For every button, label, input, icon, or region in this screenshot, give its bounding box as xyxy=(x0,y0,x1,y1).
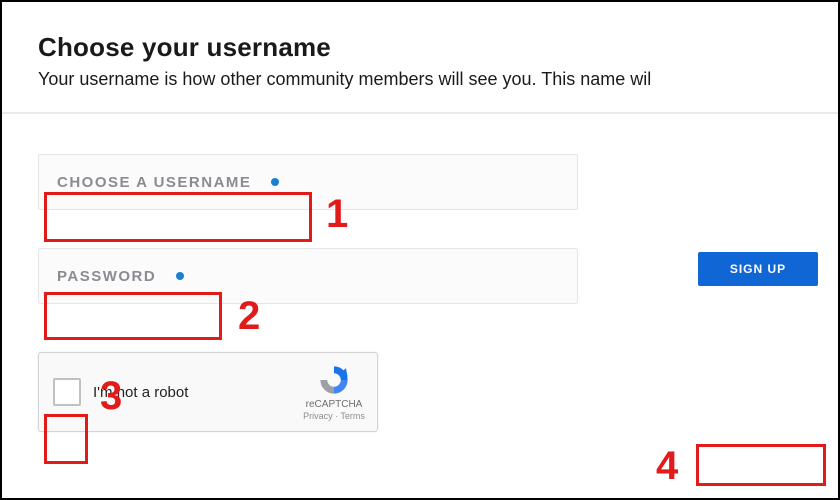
password-input[interactable]: PASSWORD xyxy=(38,248,578,304)
password-label: PASSWORD xyxy=(57,268,156,285)
recaptcha-brand: reCAPTCHA xyxy=(299,399,369,410)
username-label: CHOOSE A USERNAME xyxy=(57,174,251,191)
recaptcha-checkbox[interactable] xyxy=(53,378,81,406)
recaptcha-icon xyxy=(317,363,351,397)
recaptcha-widget: I'm not a robot reCAPTCHA Privacy · Term… xyxy=(38,352,378,432)
required-dot-icon xyxy=(176,272,184,280)
signup-button[interactable]: SIGN UP xyxy=(698,252,818,286)
form: CHOOSE A USERNAME PASSWORD I'm not a rob… xyxy=(2,114,838,304)
signup-dialog: Choose your username Your username is ho… xyxy=(0,0,840,500)
annotation-number-4: 4 xyxy=(656,444,678,489)
required-dot-icon xyxy=(271,178,279,186)
recaptcha-text: I'm not a robot xyxy=(93,384,299,401)
header: Choose your username Your username is ho… xyxy=(2,2,838,112)
recaptcha-legal[interactable]: Privacy · Terms xyxy=(299,411,369,421)
recaptcha-branding: reCAPTCHA Privacy · Terms xyxy=(299,363,377,421)
username-input[interactable]: CHOOSE A USERNAME xyxy=(38,154,578,210)
annotation-box-4 xyxy=(696,444,826,486)
page-subtitle: Your username is how other community mem… xyxy=(38,69,802,90)
page-title: Choose your username xyxy=(38,32,802,63)
